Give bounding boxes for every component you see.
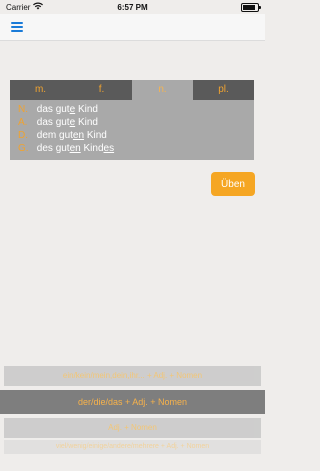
adjective-ending: e xyxy=(69,117,76,128)
article: des xyxy=(36,143,53,154)
ueben-button[interactable]: Üben xyxy=(211,172,255,196)
noun: Kindes xyxy=(83,143,115,154)
tab-plural[interactable]: pl. xyxy=(193,80,254,100)
article: dem xyxy=(36,130,57,141)
adjective: gute xyxy=(55,104,76,115)
picker-option-selected[interactable]: der/die/das + Adj. + Nomen xyxy=(0,390,265,414)
adjective-ending: en xyxy=(69,143,81,154)
case-label: G. xyxy=(18,143,29,154)
adjective-ending: e xyxy=(69,104,76,115)
declension-table: N. das gute Kind A. das gute Kind D. dem… xyxy=(10,100,254,160)
phrase-type-picker[interactable]: ein/kein/mein,dein,ihr... + Adj. + Nomen… xyxy=(0,360,265,471)
picker-option-previous[interactable]: ein/kein/mein,dein,ihr... + Adj. + Nomen xyxy=(4,366,261,386)
clock: 6:57 PM xyxy=(117,3,148,12)
tab-masculine[interactable]: m. xyxy=(10,80,71,100)
gender-tabs: m. f. n. pl. xyxy=(10,80,254,100)
picker-option-next[interactable]: Adj. + Nomen xyxy=(4,418,261,438)
adjective: guten xyxy=(59,130,85,141)
article: das xyxy=(36,104,53,115)
navigation-bar xyxy=(0,14,265,41)
case-label: A. xyxy=(18,117,28,128)
declension-row-nominativ: N. das gute Kind xyxy=(10,103,254,116)
noun-ending: es xyxy=(103,143,115,154)
tab-neuter[interactable]: n. xyxy=(132,80,193,100)
case-label: N. xyxy=(18,104,28,115)
adjective: guten xyxy=(55,143,81,154)
declension-row-dativ: D. dem guten Kind xyxy=(10,129,254,142)
hamburger-menu-icon[interactable] xyxy=(11,22,25,33)
article: das xyxy=(36,117,53,128)
picker-option-next-2[interactable]: viel/wenig/einige/andere/mehrere + Adj. … xyxy=(4,440,261,454)
adjective-ending: en xyxy=(72,130,85,141)
declension-row-genitiv: G. des guten Kindes xyxy=(10,142,254,155)
battery-icon xyxy=(241,3,261,12)
adjective: gute xyxy=(55,117,76,128)
case-label: D. xyxy=(18,130,28,141)
declension-row-akkusativ: A. das gute Kind xyxy=(10,116,254,129)
tab-feminine[interactable]: f. xyxy=(71,80,132,100)
status-bar: Carrier 6:57 PM xyxy=(0,0,265,14)
noun: Kind xyxy=(77,104,98,115)
noun: Kind xyxy=(86,130,107,141)
noun: Kind xyxy=(77,117,98,128)
